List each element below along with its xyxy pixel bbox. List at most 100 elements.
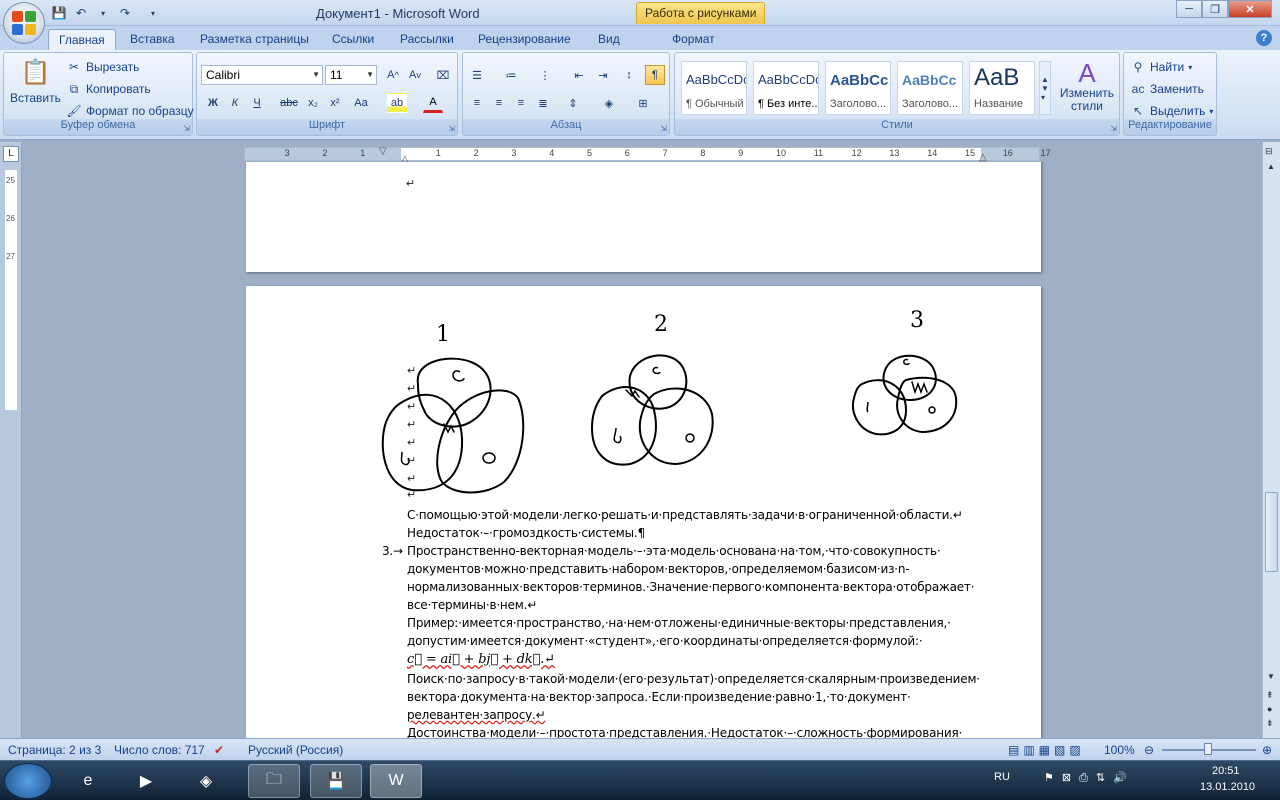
tab-references[interactable]: Ссылки — [322, 29, 384, 50]
strikethrough-button[interactable]: abc — [279, 93, 299, 113]
subscript-button[interactable]: x₂ — [303, 93, 323, 113]
bold-button[interactable]: Ж — [203, 93, 223, 113]
change-styles-button[interactable]: A Изменить стили — [1059, 59, 1115, 113]
shrink-font-button[interactable]: Av — [405, 65, 425, 85]
tab-format[interactable]: Формат — [662, 29, 725, 50]
replace-button[interactable]: ac Заменить — [1130, 81, 1204, 97]
align-right-icon[interactable]: ≡ — [511, 93, 531, 113]
tab-mailings[interactable]: Рассылки — [390, 29, 464, 50]
customize-qat-icon[interactable]: ▾ — [144, 4, 162, 22]
font-size-select[interactable]: 11 ▼ — [325, 65, 377, 85]
next-page-icon[interactable]: ⇟ — [1266, 718, 1274, 729]
increase-indent-icon[interactable]: ⇥ — [593, 65, 613, 85]
maximize-button[interactable]: ❐ — [1202, 0, 1228, 18]
clear-format-icon[interactable]: ⌧ — [433, 65, 453, 85]
save-icon[interactable]: 💾 — [50, 4, 68, 22]
style-heading-2[interactable]: AaBbCc Заголово... — [897, 61, 963, 115]
sort-icon[interactable]: ↕ — [619, 65, 639, 85]
tab-home[interactable]: Главная — [48, 29, 116, 50]
font-color-icon[interactable]: A — [423, 93, 443, 113]
bullets-icon[interactable]: ☰ — [467, 65, 487, 85]
justify-icon[interactable]: ≣ — [533, 93, 553, 113]
font-family-select[interactable]: Calibri ▼ — [201, 65, 323, 85]
replace-icon: ac — [1131, 82, 1145, 96]
clock-time[interactable]: 20:51 — [1212, 765, 1240, 777]
page-indicator[interactable]: Страница: 2 из 3 — [8, 743, 101, 757]
style-heading-1[interactable]: AaBbCc Заголово... — [825, 61, 891, 115]
tab-page-layout[interactable]: Разметка страницы — [190, 29, 319, 50]
copy-label: Копировать — [86, 82, 151, 96]
borders-icon[interactable]: ⊞ — [633, 93, 653, 113]
word-taskbar-icon[interactable]: W — [370, 764, 422, 798]
tab-insert[interactable]: Вставка — [120, 29, 185, 50]
virtualbox-icon[interactable]: ◈ — [180, 764, 232, 798]
office-logo-icon — [12, 11, 36, 35]
align-left-icon[interactable]: ≡ — [467, 93, 487, 113]
dialog-launcher-icon[interactable]: ⇲ — [183, 124, 190, 133]
cut-button[interactable]: ✂ Вырезать — [66, 59, 139, 75]
style-title[interactable]: AaB Название — [969, 61, 1035, 115]
copy-button[interactable]: ⧉ Копировать — [66, 81, 151, 97]
change-case-button[interactable]: Aa — [351, 93, 371, 113]
vertical-scrollbar[interactable]: ⊟ ▲ ▼ ⇞ ● ⇟ — [1262, 142, 1280, 738]
scroll-down-icon[interactable]: ▼ — [1267, 672, 1275, 681]
tab-view[interactable]: Вид — [588, 29, 630, 50]
italic-button[interactable]: К — [225, 93, 245, 113]
scroll-thumb[interactable] — [1265, 492, 1278, 572]
office-button[interactable] — [3, 2, 45, 44]
style-no-spacing[interactable]: AaBbCcDc ¶ Без инте... — [753, 61, 819, 115]
multilevel-list-icon[interactable]: ⋮ — [535, 65, 555, 85]
zoom-level[interactable]: 100% — [1104, 743, 1135, 757]
document-workspace[interactable]: ↵ 1 2 3 ↵ ↵ ↵ ↵ ↵ ↵ ↵ ↵ С·помощью·этой·м… — [22, 162, 1262, 738]
tab-review[interactable]: Рецензирование — [468, 29, 581, 50]
word-count[interactable]: Число слов: 717 — [114, 743, 205, 757]
styles-scroll-icon[interactable]: ▲ ▼ ▾ — [1039, 61, 1051, 115]
scroll-up-icon[interactable]: ▲ — [1267, 162, 1275, 171]
line-spacing-icon[interactable]: ⇕ — [563, 93, 583, 113]
close-button[interactable]: ✕ — [1228, 0, 1272, 18]
shading-icon[interactable]: ◈ — [599, 93, 619, 113]
minimize-button[interactable]: ─ — [1176, 0, 1202, 18]
show-marks-icon[interactable]: ¶ — [645, 65, 665, 85]
first-indent-marker-icon[interactable]: ▽ — [379, 146, 387, 157]
zoom-out-icon[interactable]: ⊖ — [1144, 743, 1154, 757]
style-normal[interactable]: AaBbCcDc ¶ Обычный — [681, 61, 747, 115]
vertical-ruler-scale: 25 26 27 — [5, 170, 17, 410]
select-button[interactable]: ↖ Выделить ▾ — [1130, 103, 1213, 119]
view-buttons[interactable]: ▤▥▦▧▨ — [1008, 743, 1085, 757]
zoom-slider-thumb[interactable] — [1204, 743, 1212, 755]
ruler-toggle-icon[interactable]: ⊟ — [1265, 146, 1273, 157]
redo-icon[interactable]: ↷ — [116, 4, 134, 22]
floppy-taskbar-icon[interactable]: 💾 — [310, 764, 362, 798]
clock-date[interactable]: 13.01.2010 — [1200, 781, 1255, 793]
dialog-launcher-icon[interactable]: ⇲ — [660, 124, 667, 133]
zoom-in-icon[interactable]: ⊕ — [1262, 743, 1272, 757]
superscript-button[interactable]: x² — [325, 93, 345, 113]
highlight-icon[interactable]: ab — [387, 93, 407, 113]
paste-button[interactable]: 📋 Вставить — [10, 57, 61, 105]
language-bar[interactable]: RU — [994, 771, 1010, 783]
align-center-icon[interactable]: ≡ — [489, 93, 509, 113]
tab-selector-icon[interactable]: L — [3, 146, 19, 162]
dialog-launcher-icon[interactable]: ⇲ — [1110, 124, 1117, 133]
format-painter-button[interactable]: 🖌 Формат по образцу — [66, 103, 193, 119]
decrease-indent-icon[interactable]: ⇤ — [569, 65, 589, 85]
horizontal-ruler[interactable]: 3 2 1 1 2 3 4 5 6 7 8 9 10 11 12 13 14 15 16 17 ▽ △ △ — [244, 146, 1051, 165]
dialog-launcher-icon[interactable]: ⇲ — [448, 124, 455, 133]
language-indicator[interactable]: Русский (Россия) — [248, 743, 343, 757]
undo-dropdown-icon[interactable]: ▾ — [94, 4, 112, 22]
browse-object-icon[interactable]: ● — [1267, 704, 1272, 714]
help-icon[interactable]: ? — [1256, 30, 1272, 46]
numbering-icon[interactable]: ≔ — [501, 65, 521, 85]
underline-button[interactable]: Ч — [247, 93, 267, 113]
explorer-taskbar-icon[interactable]: 🗀 — [248, 764, 300, 798]
proofing-icon[interactable]: ✔ — [214, 743, 224, 757]
internet-explorer-icon[interactable]: e — [62, 764, 114, 798]
tray-icons[interactable]: ⚑⊠⎙⇅🔊 — [1044, 771, 1135, 785]
find-button[interactable]: ⚲ Найти ▾ — [1130, 59, 1193, 75]
start-button[interactable] — [4, 763, 52, 799]
undo-icon[interactable]: ↶ — [72, 4, 90, 22]
grow-font-button[interactable]: A ^ — [383, 65, 403, 85]
media-player-icon[interactable]: ▶ — [120, 764, 172, 798]
previous-page-icon[interactable]: ⇞ — [1266, 690, 1274, 701]
